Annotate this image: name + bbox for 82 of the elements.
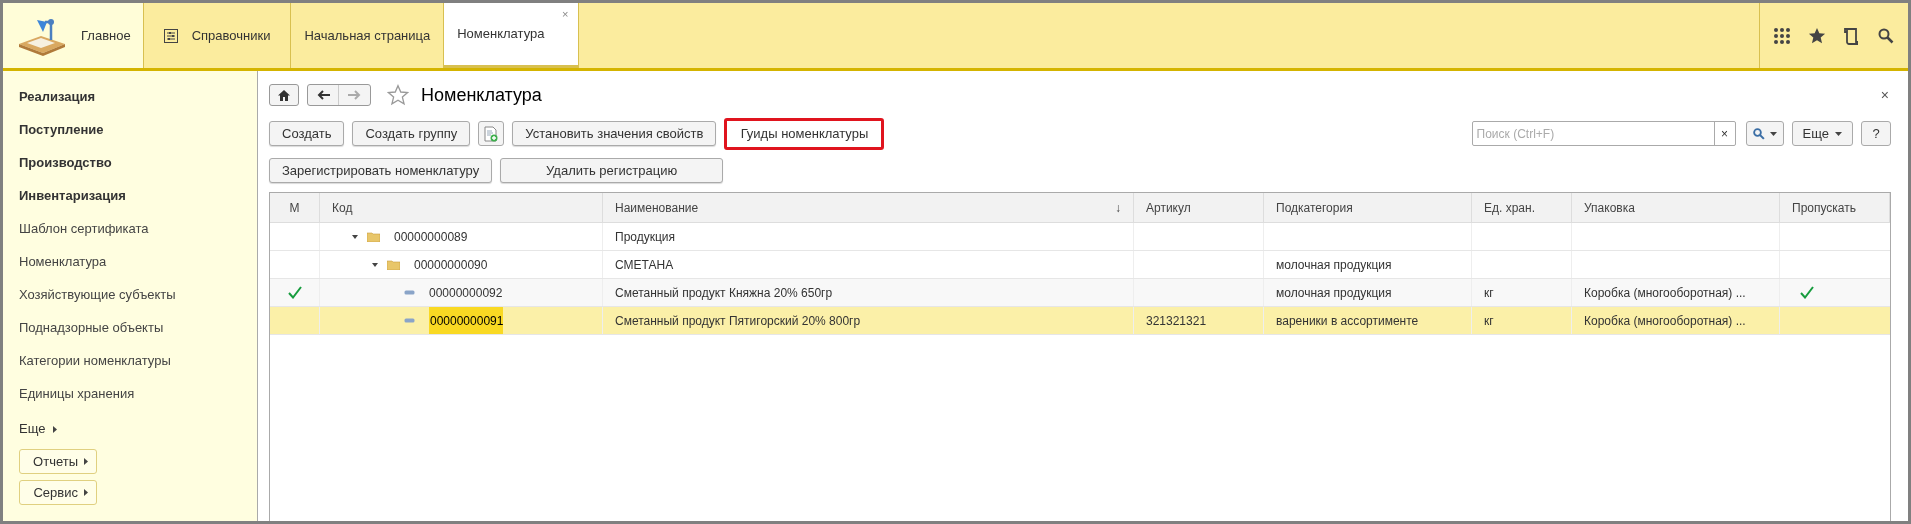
left-arrow-icon xyxy=(316,90,330,100)
table-cell: Коробка (многооборотная) ... xyxy=(1572,279,1780,306)
expand-caret-icon[interactable] xyxy=(372,261,378,268)
search-options-button[interactable] xyxy=(1745,121,1784,146)
toolbar-button[interactable]: Гуиды номенклатуры xyxy=(724,118,885,150)
column-header[interactable]: Код xyxy=(332,198,353,217)
dropdown-caret-icon xyxy=(1769,131,1777,136)
table-cell: Коробка (многооборотная) ... xyxy=(1572,307,1780,334)
clear-button[interactable]: × xyxy=(1713,122,1735,145)
code-text: 00000000092 xyxy=(429,284,503,302)
table-cell: кг xyxy=(1472,307,1572,334)
table-cell: Продукция xyxy=(603,223,1134,250)
sidebar-link[interactable]: Реализация xyxy=(19,87,257,120)
sidebar-link[interactable]: Номенклатура xyxy=(19,252,257,285)
folder-icon xyxy=(387,259,400,270)
section-tab[interactable]: Главное xyxy=(3,3,144,68)
table-cell: Сметанный продукт Пятигорский 20% 800гр xyxy=(603,307,1134,334)
dropdown-caret-icon xyxy=(1835,131,1842,136)
table-cell: кг xyxy=(1472,279,1572,306)
star-outline-icon[interactable] xyxy=(387,84,409,106)
home-icon xyxy=(278,89,290,101)
expand-caret-icon[interactable] xyxy=(352,233,358,240)
right-arrow-icon xyxy=(348,90,361,100)
list-settings-icon xyxy=(163,28,178,43)
code-text: 00000000089 xyxy=(394,228,468,246)
table-row[interactable]: 00000000089 Продукция xyxy=(270,223,1890,251)
sort-arrow[interactable]: ↓ xyxy=(1115,198,1121,217)
item-dash-icon xyxy=(404,318,415,323)
table-row[interactable]: 00000000091 Сметанный продукт Пятигорский 20% 800гр 321321321 вареники в ассортименте кг Коробка (многооборотная) ... xyxy=(270,307,1890,335)
column-header[interactable]: Пропускать xyxy=(1792,198,1856,217)
sidebar-link[interactable]: Хозяйствующие субъекты xyxy=(19,285,257,318)
menu-button[interactable]: Сервис xyxy=(19,480,97,505)
sidebar-link[interactable]: Поступление xyxy=(19,120,257,153)
add-document-button[interactable] xyxy=(478,121,505,146)
search-field[interactable]: Поиск (Ctrl+F) × xyxy=(1471,121,1736,146)
sidebar-link[interactable]: Шаблон сертификата xyxy=(19,219,257,252)
column-header[interactable]: М xyxy=(289,198,300,217)
search-icon[interactable] xyxy=(1878,27,1894,44)
table-row[interactable]: 00000000090 СМЕТАНА молочная продукция xyxy=(270,251,1890,279)
search-icon xyxy=(1752,127,1765,140)
column-header[interactable]: Наименование xyxy=(615,198,699,217)
right-caret-icon xyxy=(53,425,58,433)
help-button[interactable]: ? xyxy=(1861,121,1891,146)
sidebar-link[interactable]: Производство xyxy=(19,153,257,186)
toolbar-button[interactable]: Зарегистрировать номенклатуру xyxy=(269,158,493,183)
scroll-icon[interactable] xyxy=(1844,26,1860,45)
sidebar-link[interactable]: Категории номенклатуры xyxy=(19,351,257,384)
column-header[interactable]: Упаковка xyxy=(1584,198,1635,217)
form-title: Номенклатура xyxy=(421,83,542,107)
toolbar-button[interactable]: Установить значения свойств xyxy=(512,121,717,146)
table-cell: вареники в ассортименте xyxy=(1264,307,1472,334)
apps-grid-icon[interactable] xyxy=(1774,27,1790,44)
right-caret-icon xyxy=(84,458,88,465)
table-cell: 321321321 xyxy=(1134,307,1264,334)
more-button[interactable]: Еще xyxy=(1791,121,1853,146)
menu-button[interactable]: Отчеты xyxy=(19,449,97,474)
column-header[interactable]: Ед. хран. xyxy=(1484,198,1535,217)
more-link[interactable]: Еще xyxy=(19,415,58,443)
toolbar-button[interactable]: Создать xyxy=(269,121,345,146)
right-caret-icon xyxy=(84,489,88,496)
sidebar-link[interactable]: Единицы хранения xyxy=(19,384,257,417)
column-header[interactable]: Артикул xyxy=(1146,198,1191,217)
add-document-icon xyxy=(484,125,499,142)
folder-icon xyxy=(367,231,380,242)
tab[interactable]: Начальная страница xyxy=(291,3,444,68)
close-button[interactable]: × xyxy=(1880,84,1891,106)
table-cell: СМЕТАНА xyxy=(603,251,1134,278)
table-cell: Сметанный продукт Княжна 20% 650гр xyxy=(603,279,1134,306)
sidebar-link[interactable]: Поднадзорные объекты xyxy=(19,318,257,351)
close-tab-button[interactable]: × xyxy=(562,9,569,20)
toolbar-button[interactable]: Создать группу xyxy=(352,121,471,146)
code-text: 00000000091 xyxy=(429,307,504,334)
star-icon[interactable] xyxy=(1808,26,1826,45)
code-text: 00000000090 xyxy=(414,256,488,274)
toolbar-button[interactable]: Удалить регистрацию xyxy=(500,158,724,183)
item-dash-icon xyxy=(404,290,415,295)
table-cell: молочная продукция xyxy=(1264,279,1472,306)
sidebar-link[interactable]: Инвентаризация xyxy=(19,186,257,219)
column-header[interactable]: Подкатегория xyxy=(1276,198,1353,217)
table-row[interactable]: 00000000092 Сметанный продукт Княжна 20% 650гр молочная продукция кг Коробка (многооборотная) ... xyxy=(270,279,1890,307)
home-button[interactable] xyxy=(269,84,299,106)
table-cell: молочная продукция xyxy=(1264,251,1472,278)
